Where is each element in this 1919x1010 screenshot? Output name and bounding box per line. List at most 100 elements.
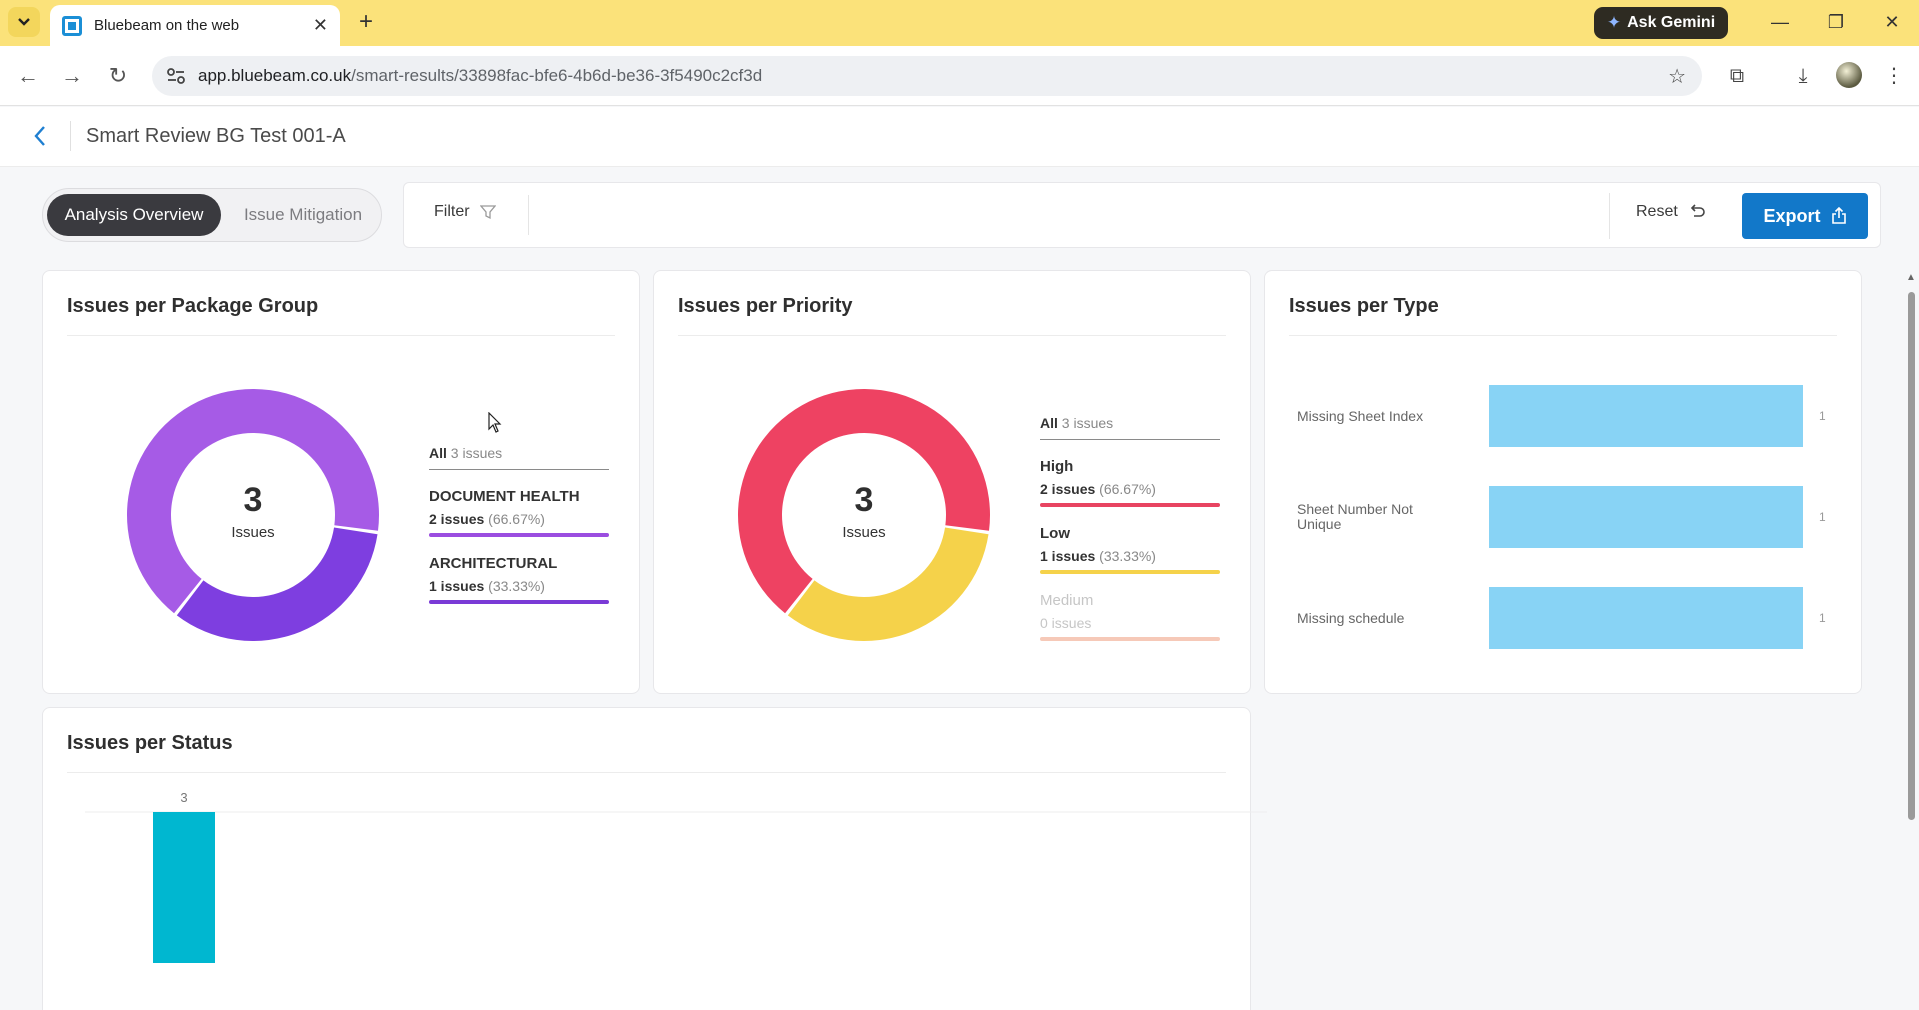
url-text: app.bluebeam.co.uk/smart-results/33898fa…: [198, 66, 762, 86]
ask-gemini-button[interactable]: ✦ Ask Gemini: [1594, 7, 1728, 39]
type-row[interactable]: Missing schedule 1: [1297, 587, 1826, 649]
legend-item-count-value: 2 issues: [1040, 481, 1096, 497]
bookmark-star-icon[interactable]: ☆: [1668, 64, 1686, 89]
legend-item-count: 0 issues: [1040, 615, 1220, 631]
tab-analysis-overview[interactable]: Analysis Overview: [47, 194, 221, 236]
restore-icon[interactable]: ❐: [1816, 8, 1856, 36]
card-divider: [67, 772, 1226, 773]
package-group-legend: All 3 issues DOCUMENT HEALTH 2 issues (6…: [429, 445, 609, 604]
type-value: 1: [1819, 611, 1826, 625]
status-bar-chart: 3: [85, 790, 1267, 963]
legend-item-low[interactable]: Low 1 issues (33.33%): [1040, 525, 1220, 574]
priority-legend: All 3 issues High 2 issues (66.67%) Low …: [1040, 415, 1220, 641]
chevron-down-icon: [18, 18, 30, 26]
tab-search-button[interactable]: [8, 7, 40, 37]
legend-item-bar: [1040, 503, 1220, 507]
forward-arrow-icon[interactable]: →: [58, 62, 86, 90]
reload-icon[interactable]: ↻: [104, 62, 132, 90]
download-icon[interactable]: ⤓: [1789, 62, 1817, 90]
view-toggle: Analysis Overview Issue Mitigation: [42, 188, 382, 242]
card-divider: [678, 335, 1226, 336]
donut-slice[interactable]: [787, 527, 989, 641]
legend-all[interactable]: All 3 issues: [429, 445, 609, 470]
type-value: 1: [1819, 510, 1826, 524]
legend-all-count: 3 issues: [450, 445, 503, 461]
legend-item-pct: (66.67%): [1099, 481, 1156, 497]
header-divider: [70, 121, 71, 151]
donut-center: 3 Issues: [804, 481, 924, 541]
filter-bar: Filter Reset Export: [403, 182, 1881, 248]
browser-tab-title: Bluebeam on the web: [94, 17, 240, 34]
legend-item-count: 1 issues (33.33%): [429, 578, 609, 594]
type-label: Missing Sheet Index: [1297, 408, 1424, 424]
legend-item-pct: (33.33%): [1099, 548, 1156, 564]
donut-slice[interactable]: [176, 527, 378, 641]
legend-item-bar: [1040, 570, 1220, 574]
legend-item-document-health[interactable]: DOCUMENT HEALTH 2 issues (66.67%): [429, 488, 609, 537]
url-field[interactable]: app.bluebeam.co.uk/smart-results/33898fa…: [152, 56, 1702, 96]
export-button[interactable]: Export: [1742, 193, 1868, 239]
back-chevron-icon[interactable]: [28, 121, 56, 151]
type-row[interactable]: Missing Sheet Index 1: [1297, 385, 1826, 447]
extensions-icon[interactable]: ⧉: [1723, 62, 1751, 90]
legend-all-label: All: [1040, 415, 1058, 431]
card-title: Issues per Status: [67, 732, 233, 754]
type-label: Sheet Number Not Unique: [1297, 501, 1413, 532]
status-bar[interactable]: [153, 812, 215, 963]
scroll-up-arrow-icon[interactable]: ▲: [1906, 272, 1916, 283]
new-tab-button[interactable]: +: [352, 8, 380, 36]
filter-funnel-icon: [479, 205, 496, 220]
type-bar: [1489, 486, 1803, 548]
legend-item-medium[interactable]: Medium 0 issues: [1040, 592, 1220, 641]
url-host: app.bluebeam.co.uk: [198, 66, 352, 85]
minimize-icon[interactable]: —: [1760, 8, 1800, 36]
type-value: 1: [1819, 409, 1826, 423]
legend-item-pct: (33.33%): [488, 578, 545, 594]
card-divider: [67, 335, 615, 336]
type-bar: [1489, 385, 1803, 447]
legend-item-pct: (66.67%): [488, 511, 545, 527]
legend-item-count-value: 1 issues: [429, 578, 485, 594]
page-title: Smart Review BG Test 001-A: [86, 125, 346, 147]
legend-item-count: 2 issues (66.67%): [1040, 481, 1220, 497]
close-tab-icon[interactable]: ✕: [313, 15, 328, 36]
app-header: Smart Review BG Test 001-A: [0, 107, 1919, 167]
profile-avatar[interactable]: [1836, 62, 1862, 88]
status-card: Issues per Status 3: [42, 707, 1267, 1010]
browser-address-bar: ← → ↻ app.bluebeam.co.uk/smart-results/3…: [0, 46, 1919, 106]
legend-item-count: 1 issues (33.33%): [1040, 548, 1220, 564]
legend-all[interactable]: All 3 issues: [1040, 415, 1220, 440]
legend-item-count-value: 2 issues: [429, 511, 485, 527]
page-scrollbar[interactable]: ▲: [1906, 272, 1916, 1010]
export-label: Export: [1763, 205, 1821, 226]
back-arrow-icon[interactable]: ←: [14, 62, 42, 90]
legend-item-count-value: 1 issues: [1040, 548, 1096, 564]
type-card: Issues per Type Missing Sheet Index 1 Sh…: [1264, 270, 1862, 694]
filter-label: Filter: [434, 203, 470, 220]
type-bar: [1489, 587, 1803, 649]
donut-center: 3 Issues: [193, 481, 313, 541]
reset-button[interactable]: Reset: [1636, 203, 1706, 221]
legend-item-architectural[interactable]: ARCHITECTURAL 1 issues (33.33%): [429, 555, 609, 604]
browser-tab[interactable]: Bluebeam on the web ✕: [50, 5, 340, 46]
tab-issue-mitigation[interactable]: Issue Mitigation: [233, 194, 373, 236]
legend-item-bar: [429, 533, 609, 537]
legend-item-high[interactable]: High 2 issues (66.67%): [1040, 458, 1220, 507]
legend-item-count-value: 0 issues: [1040, 615, 1092, 631]
filter-button[interactable]: Filter: [434, 203, 496, 221]
filter-separator: [528, 195, 529, 235]
share-upload-icon: [1831, 207, 1846, 224]
browser-tab-bar: Bluebeam on the web ✕ + ✦ Ask Gemini — ❐…: [0, 0, 1919, 46]
donut-total-label: Issues: [842, 524, 886, 541]
site-settings-icon[interactable]: [166, 67, 186, 85]
ask-gemini-label: Ask Gemini: [1627, 14, 1716, 31]
type-row[interactable]: Sheet Number Not Unique 1: [1297, 486, 1826, 548]
gemini-sparkle-icon: ✦: [1606, 13, 1622, 32]
type-label: Missing schedule: [1297, 610, 1405, 626]
more-menu-icon[interactable]: ⋮: [1880, 62, 1908, 90]
legend-item-count: 2 issues (66.67%): [429, 511, 609, 527]
package-group-card: Issues per Package Group 3 Issues All 3 …: [42, 270, 640, 694]
undo-icon: [1690, 204, 1705, 217]
close-window-icon[interactable]: ✕: [1872, 8, 1912, 36]
scrollbar-thumb[interactable]: [1908, 292, 1915, 820]
